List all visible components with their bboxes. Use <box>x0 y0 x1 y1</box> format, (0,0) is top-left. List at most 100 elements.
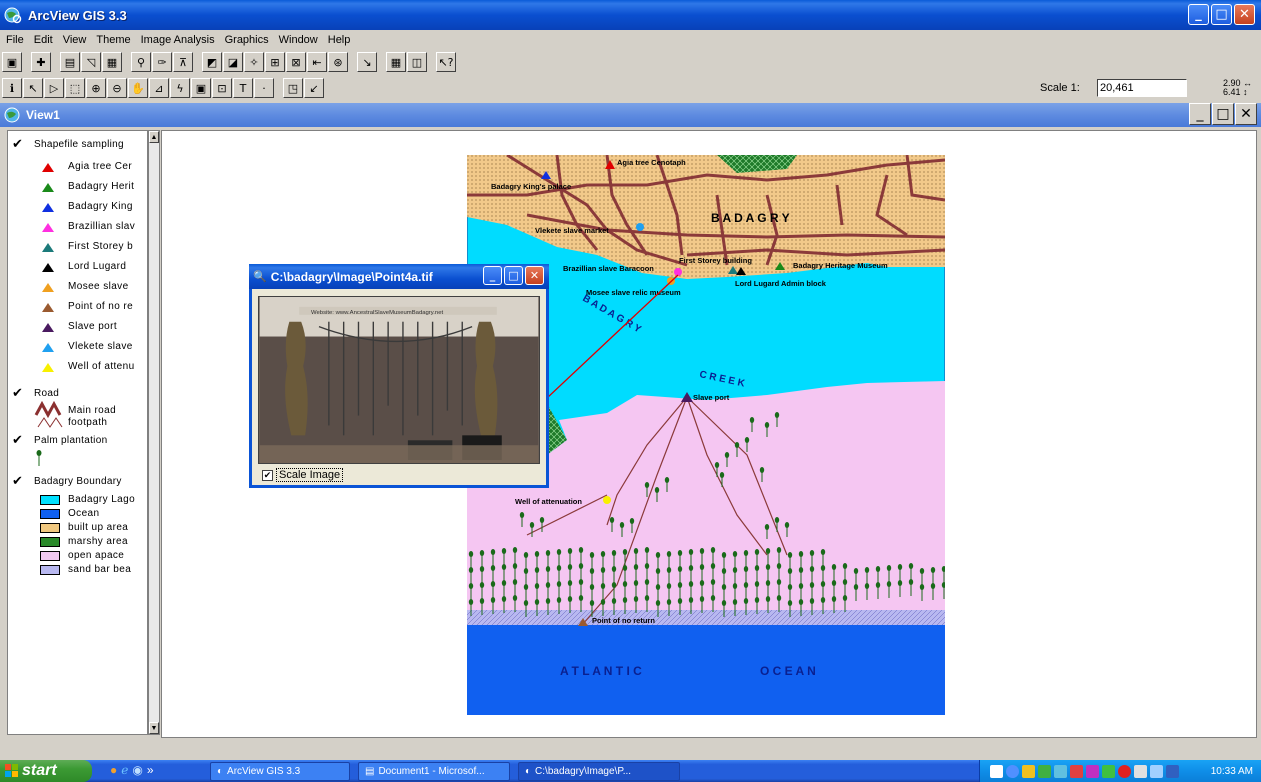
snap-icon[interactable]: ↙ <box>304 78 324 98</box>
close-button[interactable]: ✕ <box>1234 4 1255 25</box>
table-of-contents: ✔ Shapefile sampling ✔ Road Main road fo… <box>7 130 148 735</box>
hotlink-image-window[interactable]: 🔍 C:\badagry\Image\Point4a.tif _ □ ✕ Web… <box>249 264 549 488</box>
hotlink-icon[interactable]: ϟ <box>170 78 190 98</box>
view-maximize-button[interactable]: □ <box>1212 103 1234 125</box>
theme-visible-checkbox[interactable]: ✔ <box>12 137 23 152</box>
tray-back-icon[interactable] <box>1006 764 1019 778</box>
scroll-down-arrow-icon[interactable]: ▼ <box>149 722 159 734</box>
tray-device-icon[interactable] <box>1134 764 1147 778</box>
edit-legend-icon[interactable]: ◹ <box>81 52 101 72</box>
photo-caption: Website: www.AncestralSlaveMuseumBadagry… <box>311 310 443 316</box>
task-image-window[interactable]: ◐ C:\badagry\Image\P... <box>518 762 680 781</box>
menu-graphics[interactable]: Graphics <box>225 34 269 46</box>
tray-monitor-icon[interactable] <box>1054 764 1067 778</box>
zoom-previous-icon[interactable]: ⇤ <box>307 52 327 72</box>
scale-label: Scale 1: <box>1040 82 1080 94</box>
pointer-icon[interactable]: ↖ <box>23 78 43 98</box>
tray-display-icon[interactable] <box>1166 764 1179 778</box>
checkbox-box[interactable]: ✔ <box>262 469 273 481</box>
legend-item-label: marshy area <box>68 536 128 547</box>
view-globe-icon <box>4 107 20 123</box>
menu-help[interactable]: Help <box>328 34 351 46</box>
find-icon[interactable]: ⚲ <box>131 52 151 72</box>
image-minimize-button[interactable]: _ <box>483 266 502 285</box>
ie-icon[interactable]: ℯ <box>121 763 128 777</box>
image-maximize-button[interactable]: □ <box>504 266 523 285</box>
vertex-edit-icon[interactable]: ▷ <box>44 78 64 98</box>
save-project-icon[interactable]: ▣ <box>2 52 22 72</box>
start-button[interactable]: start <box>0 760 92 782</box>
chevron-icon[interactable]: » <box>147 763 154 777</box>
text-icon[interactable]: T <box>233 78 253 98</box>
print-layout-icon[interactable]: ◫ <box>407 52 427 72</box>
menu-file[interactable]: File <box>6 34 24 46</box>
theme-visible-checkbox[interactable]: ✔ <box>12 386 23 401</box>
tray-k-icon[interactable] <box>1086 764 1099 778</box>
theme-properties-icon[interactable]: ▤ <box>60 52 80 72</box>
menu-view[interactable]: View <box>63 34 87 46</box>
tray-network-icon[interactable] <box>1038 764 1051 778</box>
tray-shield-icon[interactable] <box>1022 764 1035 778</box>
legend-triangle-icon <box>42 283 54 292</box>
open-theme-table-icon[interactable]: ▦ <box>102 52 122 72</box>
layout-icon[interactable]: ▦ <box>386 52 406 72</box>
maximize-button[interactable]: □ <box>1211 4 1232 25</box>
zoom-full-extent-icon[interactable]: ◩ <box>202 52 222 72</box>
tray-flag-icon[interactable] <box>1070 764 1083 778</box>
select-by-theme-icon[interactable]: ⊛ <box>328 52 348 72</box>
legend-item-label: Brazillian slav <box>68 221 136 232</box>
menu-window[interactable]: Window <box>279 34 318 46</box>
task-document1[interactable]: ▤ Document1 - Microsof... <box>358 762 510 781</box>
zoom-out-icon[interactable]: ⊠ <box>286 52 306 72</box>
pan-icon[interactable]: ✋ <box>128 78 148 98</box>
menu-theme[interactable]: Theme <box>96 34 130 46</box>
marker-vlekete[interactable] <box>636 223 644 231</box>
zoom-selected-icon[interactable]: ✧ <box>244 52 264 72</box>
tray-red-icon[interactable] <box>1118 764 1131 778</box>
scale-input[interactable]: 20,461 <box>1097 79 1187 97</box>
media-icon[interactable]: ◉ <box>132 763 142 777</box>
draw-shape-icon[interactable]: ◳ <box>283 78 303 98</box>
tray-antivirus-icon[interactable] <box>1102 764 1115 778</box>
minimize-button[interactable]: _ <box>1188 4 1209 25</box>
legend-item-label: Ocean <box>68 508 100 519</box>
legend-triangle-icon <box>42 203 54 212</box>
legend-swatch <box>40 551 60 561</box>
locate-address-icon[interactable]: ✑ <box>152 52 172 72</box>
measure-icon[interactable]: ⊿ <box>149 78 169 98</box>
toc-scrollbar[interactable]: ▲ ▼ <box>148 130 160 735</box>
legend-footpath: footpath <box>68 417 108 428</box>
zoom-active-themes-icon[interactable]: ◪ <box>223 52 243 72</box>
marker-well[interactable] <box>603 496 611 504</box>
image-close-button[interactable]: ✕ <box>525 266 544 285</box>
tool-bar: ℹ ↖ ▷ ⬚ ⊕ ⊖ ✋ ⊿ ϟ ▣ ⊡ T · ◳ ↙ <box>2 76 325 100</box>
area-of-interest-icon[interactable]: ▣ <box>191 78 211 98</box>
clear-selected-icon[interactable]: ↘ <box>357 52 377 72</box>
scale-image-checkbox[interactable]: ✔ Scale Image <box>262 468 344 482</box>
view-close-button[interactable]: ✕ <box>1235 103 1257 125</box>
theme-visible-checkbox[interactable]: ✔ <box>12 433 23 448</box>
add-theme-icon[interactable]: ✚ <box>31 52 51 72</box>
tray-help-icon[interactable] <box>990 764 1003 778</box>
zoom-out-tool-icon[interactable]: ⊖ <box>107 78 127 98</box>
firefox-icon[interactable]: ● <box>110 763 117 777</box>
zoom-in-tool-icon[interactable]: ⊕ <box>86 78 106 98</box>
theme-visible-checkbox[interactable]: ✔ <box>12 474 23 489</box>
select-feature-icon[interactable]: ⬚ <box>65 78 85 98</box>
menu-image-analysis[interactable]: Image Analysis <box>141 34 215 46</box>
scroll-up-arrow-icon[interactable]: ▲ <box>149 131 159 143</box>
view-minimize-button[interactable]: _ <box>1189 103 1211 125</box>
draw-point-icon[interactable]: · <box>254 78 274 98</box>
label-icon[interactable]: ⊡ <box>212 78 232 98</box>
zoom-in-icon[interactable]: ⊞ <box>265 52 285 72</box>
query-builder-icon[interactable]: ⊼ <box>173 52 193 72</box>
legend-item-label: Vlekete slave <box>68 341 133 352</box>
task-arcview[interactable]: ◐ ArcView GIS 3.3 <box>210 762 350 781</box>
tray-screen-icon[interactable] <box>1150 764 1163 778</box>
legend-item-label: Mosee slave <box>68 281 129 292</box>
map-label-brazillian: Brazillian slave Baracoon <box>563 264 654 273</box>
identify-icon[interactable]: ℹ <box>2 78 22 98</box>
menu-edit[interactable]: Edit <box>34 34 53 46</box>
help-icon[interactable]: ↖? <box>436 52 456 72</box>
marker-brazillian[interactable] <box>674 268 682 276</box>
